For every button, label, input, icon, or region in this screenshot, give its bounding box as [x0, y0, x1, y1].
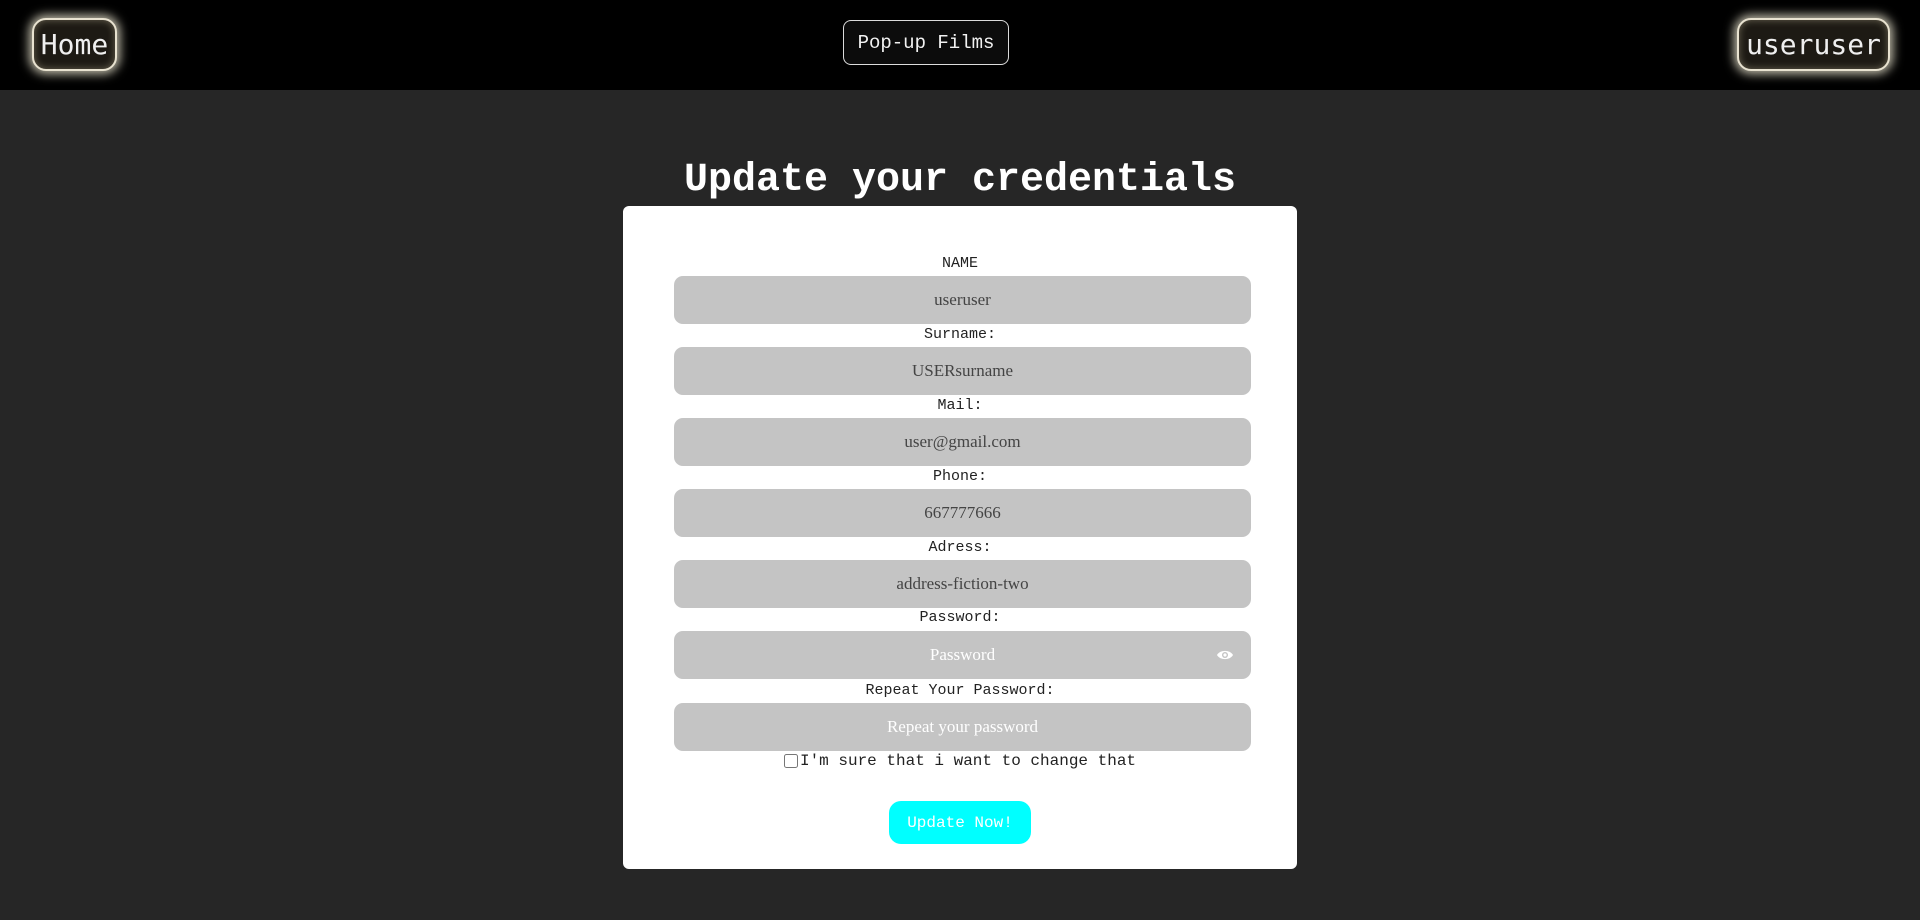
top-navbar: Home Pop-up Films useruser — [0, 0, 1920, 90]
confirm-checkbox[interactable] — [783, 754, 798, 768]
update-button[interactable]: Update Now! — [889, 801, 1031, 844]
mail-field[interactable] — [674, 418, 1251, 466]
name-label: NAME — [941, 255, 978, 272]
surname-label: Surname: — [923, 326, 996, 343]
address-label: Adress: — [928, 539, 992, 556]
name-field[interactable] — [674, 276, 1251, 324]
confirm-row: I'm sure that i want to change that — [623, 752, 1297, 770]
password-label: Password: — [919, 609, 1001, 626]
confirm-label: I'm sure that i want to change that — [799, 752, 1137, 770]
phone-label: Phone: — [932, 468, 987, 485]
repeat-password-field[interactable] — [674, 703, 1251, 751]
surname-field[interactable] — [674, 347, 1251, 395]
mail-label: Mail: — [937, 397, 983, 414]
eye-icon[interactable] — [1216, 649, 1234, 661]
home-button[interactable]: Home — [32, 18, 117, 71]
credentials-form: NAME Surname: Mail: Phone: Adress: Passw… — [623, 206, 1297, 869]
page-title: Update your credentials — [683, 158, 1237, 203]
brand-button[interactable]: Pop-up Films — [843, 20, 1009, 65]
user-menu-button[interactable]: useruser — [1737, 18, 1890, 71]
repeat-password-label: Repeat Your Password: — [865, 682, 1055, 699]
phone-field[interactable] — [674, 489, 1251, 537]
address-field[interactable] — [674, 560, 1251, 608]
password-field[interactable] — [674, 631, 1251, 679]
